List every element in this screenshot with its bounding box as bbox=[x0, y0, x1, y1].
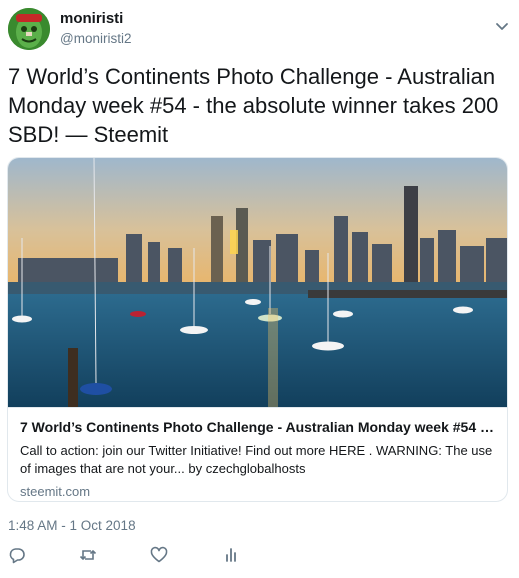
card-title[interactable]: 7 World’s Continents Photo Challenge - A… bbox=[20, 418, 495, 437]
retweet-icon[interactable] bbox=[79, 546, 99, 566]
tweet-header: moniristi @moniristi2 bbox=[8, 8, 511, 52]
reply-icon[interactable] bbox=[8, 546, 28, 566]
card-image bbox=[8, 158, 507, 407]
heart-icon[interactable] bbox=[150, 546, 170, 566]
analytics-icon[interactable] bbox=[222, 546, 242, 566]
tweet-text: 7 World’s Continents Photo Challenge - A… bbox=[8, 64, 499, 147]
chevron-down-icon[interactable] bbox=[495, 20, 509, 34]
user-handle[interactable]: @moniristi2 bbox=[60, 30, 131, 48]
card-description: Call to action: join our Twitter Initiat… bbox=[20, 443, 493, 476]
tweet-timestamp[interactable]: 1:48 AM - 1 Oct 2018 bbox=[8, 518, 136, 533]
card-domain[interactable]: steemit.com bbox=[20, 483, 495, 501]
user-names: moniristi @moniristi2 bbox=[60, 10, 131, 48]
action-bar bbox=[8, 546, 513, 570]
display-name[interactable]: moniristi bbox=[60, 10, 131, 28]
link-card[interactable]: 7 World’s Continents Photo Challenge - A… bbox=[7, 157, 508, 502]
avatar[interactable] bbox=[8, 8, 50, 50]
card-body: 7 World’s Continents Photo Challenge - A… bbox=[8, 407, 507, 501]
